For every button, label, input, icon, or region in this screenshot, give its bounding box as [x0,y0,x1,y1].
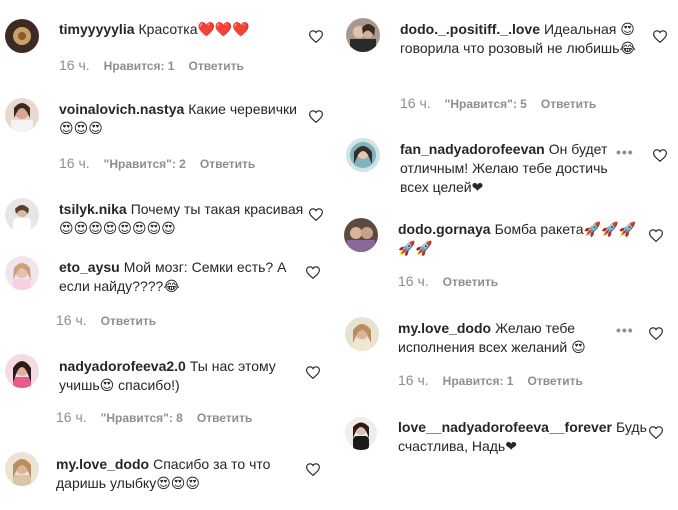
heart-icon[interactable] [309,208,323,221]
comment-meta: 16 ч. Нравится: 1 Ответить [59,57,258,73]
comment-username[interactable]: eto_aysu [59,259,120,275]
avatar[interactable] [5,256,39,290]
avatar[interactable] [346,18,380,52]
comment-likes[interactable]: Нравится: 1 [443,374,514,388]
reply-button[interactable]: Ответить [197,411,252,425]
comment-body: voinalovich.nastya Какие черевички😍😍😍 [59,100,309,138]
heart-icon[interactable] [309,110,323,123]
reply-button[interactable]: Ответить [541,97,596,111]
comment-meta: 16 ч. "Нравится": 5 Ответить [400,95,610,111]
comment-body: fan_nadyadorofeevan Он будет отличным! Же… [400,140,640,197]
comment-time[interactable]: 16 ч. [398,273,429,289]
comment-body: eto_aysu Мой мозг: Семки есть? А если най… [59,258,309,296]
comment-meta: 16 ч. "Нравится": 2 Ответить [59,155,269,171]
heart-icon[interactable] [649,229,663,242]
more-options-icon[interactable]: ••• [616,144,634,160]
comment-likes[interactable]: "Нравится": 5 [445,97,527,111]
comment-time[interactable]: 16 ч. [400,95,431,111]
more-options-icon[interactable]: ••• [616,322,634,338]
reply-button[interactable]: Ответить [443,275,498,289]
comment-username[interactable]: dodo.gornaya [398,221,491,237]
heart-icon[interactable] [309,30,323,43]
comment-username[interactable]: my.love_dodo [398,320,491,336]
heart-icon[interactable] [653,149,667,162]
comment-body: dodo._.positiff._.love Идеальная 😍говорил… [400,20,662,58]
comment-meta: 16 ч. Нравится: 1 Ответить [398,372,597,388]
heart-icon[interactable] [306,463,320,476]
avatar[interactable] [346,138,380,172]
reply-button[interactable]: Ответить [101,314,156,328]
comment-body: love__nadyadorofeeva__forever Будь счастл… [398,418,656,456]
comment-username[interactable]: my.love_dodo [56,456,149,472]
comment-time[interactable]: 16 ч. [59,57,90,73]
comments-column-left: timyyyyylia Красотка❤️❤️❤️ 16 ч. Нравится:… [0,0,338,510]
comment-text: Красотка❤️❤️❤️ [138,21,250,37]
reply-button[interactable]: Ответить [200,157,255,171]
heart-icon[interactable] [649,327,663,340]
avatar[interactable] [5,19,39,53]
comment-likes[interactable]: "Нравится": 2 [104,157,186,171]
comment-time[interactable]: 16 ч. [398,372,429,388]
heart-icon[interactable] [306,266,320,279]
comment-time[interactable]: 16 ч. [56,312,87,328]
avatar[interactable] [344,218,378,252]
comment-likes[interactable]: "Нравится": 8 [101,411,183,425]
comment-body: dodo.gornaya Бомба ракета🚀🚀🚀🚀🚀 [398,220,648,258]
reply-button[interactable]: Ответить [527,374,582,388]
avatar[interactable] [345,317,379,351]
comment-body: tsilyk.nika Почему ты такая красивая 😍😍😍😍… [59,200,309,238]
avatar[interactable] [344,416,378,450]
comment-body: my.love_dodo Желаю тебе исполнения всех ж… [398,319,613,357]
comment-meta: 16 ч. Ответить [398,273,512,289]
avatar[interactable] [5,354,39,388]
reply-button[interactable]: Ответить [188,59,243,73]
comment-username[interactable]: timyyyyylia [59,21,135,37]
heart-icon[interactable] [306,366,320,379]
avatar[interactable] [5,198,39,232]
avatar[interactable] [5,452,39,486]
comment-username[interactable]: fan_nadyadorofeevan [400,141,545,157]
avatar[interactable] [5,98,39,132]
heart-icon[interactable] [649,426,663,439]
comment-username[interactable]: dodo._.positiff._.love [400,21,540,37]
comment-time[interactable]: 16 ч. [56,409,87,425]
comment-time[interactable]: 16 ч. [59,155,90,171]
comment-body: nadyadorofeeva2.0 Ты нас этому учишь😍 спа… [59,357,309,395]
comment-username[interactable]: tsilyk.nika [59,201,127,217]
comment-username[interactable]: love__nadyadorofeeva__forever [398,419,612,435]
heart-icon[interactable] [653,30,667,43]
comment-meta: 16 ч. Ответить [56,312,170,328]
comment-body: timyyyyylia Красотка❤️❤️❤️ [59,20,309,39]
comment-likes[interactable]: Нравится: 1 [104,59,175,73]
comment-body: my.love_dodo Спасибо за то что даришь улы… [56,455,311,493]
comment-meta: 16 ч. "Нравится": 8 Ответить [56,409,266,425]
comment-username[interactable]: voinalovich.nastya [59,101,184,117]
comment-username[interactable]: nadyadorofeeva2.0 [59,358,186,374]
comments-column-right: dodo._.positiff._.love Идеальная 😍говорил… [340,0,678,510]
